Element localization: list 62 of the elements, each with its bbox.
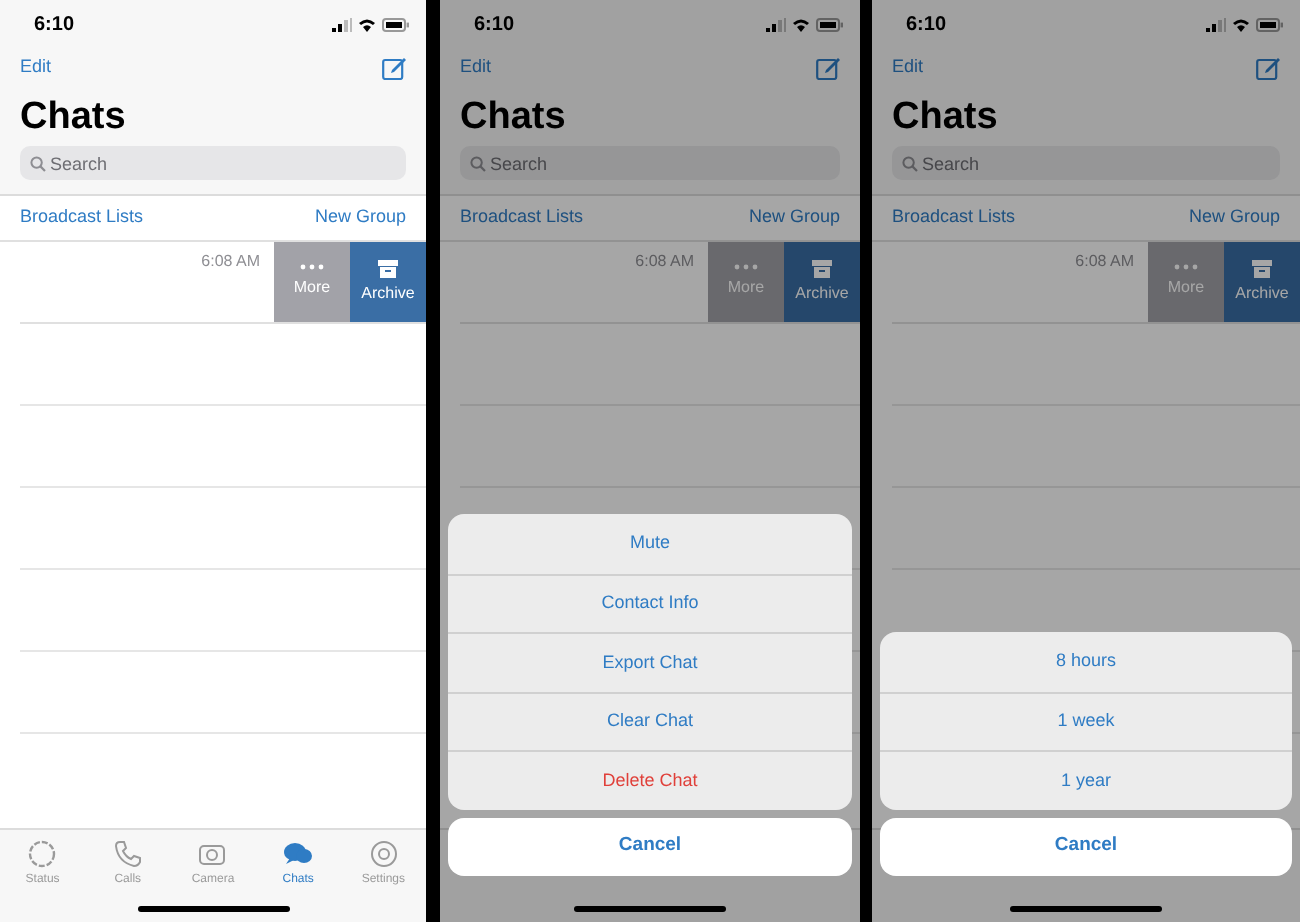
signal-icon: [1206, 17, 1226, 31]
edit-link[interactable]: Edit: [892, 54, 924, 82]
action-sheet-item[interactable]: Mute: [448, 514, 852, 574]
more-button[interactable]: More: [274, 242, 350, 322]
search-field[interactable]: Search: [892, 146, 1280, 180]
action-sheet-item[interactable]: 8 hours: [880, 632, 1292, 692]
archive-button[interactable]: Archive: [350, 242, 426, 322]
broadcast-lists-link[interactable]: Broadcast Lists: [892, 204, 1016, 232]
battery-icon: [382, 17, 410, 31]
signal-icon: [766, 17, 786, 31]
broadcast-lists-link[interactable]: Broadcast Lists: [20, 204, 144, 232]
action-sheet-item[interactable]: 1 week: [880, 691, 1292, 751]
battery-icon: [816, 17, 844, 31]
more-button[interactable]: More: [1148, 242, 1224, 322]
wifi-icon: [1232, 17, 1250, 31]
cancel-button[interactable]: Cancel: [448, 818, 852, 876]
wifi-icon: [792, 17, 810, 31]
dots-icon: [1174, 264, 1198, 270]
screen-title: Chats: [892, 97, 998, 135]
status-time: 6:10: [906, 11, 947, 39]
edit-link[interactable]: Edit: [460, 54, 492, 82]
dots-icon: [734, 264, 758, 270]
edit-link[interactable]: Edit: [20, 54, 52, 82]
gear-icon: [367, 837, 400, 869]
status-time: 6:10: [474, 11, 515, 39]
action-sheet-item[interactable]: Delete Chat: [448, 750, 852, 810]
compose-icon: [382, 56, 406, 80]
status-time: 6:10: [34, 11, 75, 39]
more-button[interactable]: More: [708, 242, 784, 322]
search-field[interactable]: Search: [460, 146, 840, 180]
signal-icon: [332, 17, 352, 31]
wifi-icon: [358, 17, 376, 31]
action-sheet-item[interactable]: Contact Info: [448, 573, 852, 633]
archive-button[interactable]: Archive: [1224, 242, 1300, 322]
action-sheet-item[interactable]: Export Chat: [448, 632, 852, 692]
action-sheet-item[interactable]: Clear Chat: [448, 691, 852, 751]
new-group-link[interactable]: New Group: [1188, 204, 1280, 232]
chat-time: 6:08 AM: [1075, 250, 1134, 274]
broadcast-lists-link[interactable]: Broadcast Lists: [460, 204, 584, 232]
compose-icon: [816, 56, 840, 80]
battery-icon: [1256, 17, 1284, 31]
search-field[interactable]: Search: [20, 146, 406, 180]
chat-time: 6:08 AM: [635, 250, 694, 274]
search-icon: [30, 155, 46, 171]
chat-bubbles-icon: [282, 837, 315, 869]
phone-icon: [111, 837, 144, 869]
screen-title: Chats: [460, 97, 566, 135]
ring-icon: [26, 837, 59, 869]
archive-button[interactable]: Archive: [784, 242, 860, 322]
archive-box-icon: [378, 259, 398, 277]
archive-box-icon: [1252, 259, 1272, 277]
new-group-link[interactable]: New Group: [314, 204, 406, 232]
cancel-button[interactable]: Cancel: [880, 818, 1292, 876]
archive-box-icon: [812, 259, 832, 277]
screen-title: Chats: [20, 97, 126, 135]
compose-icon: [1256, 56, 1280, 80]
new-group-link[interactable]: New Group: [748, 204, 840, 232]
search-icon: [470, 155, 486, 171]
dots-icon: [300, 264, 324, 270]
search-icon: [902, 155, 918, 171]
action-sheet-item[interactable]: 1 year: [880, 750, 1292, 810]
chat-time: 6:08 AM: [201, 250, 260, 274]
